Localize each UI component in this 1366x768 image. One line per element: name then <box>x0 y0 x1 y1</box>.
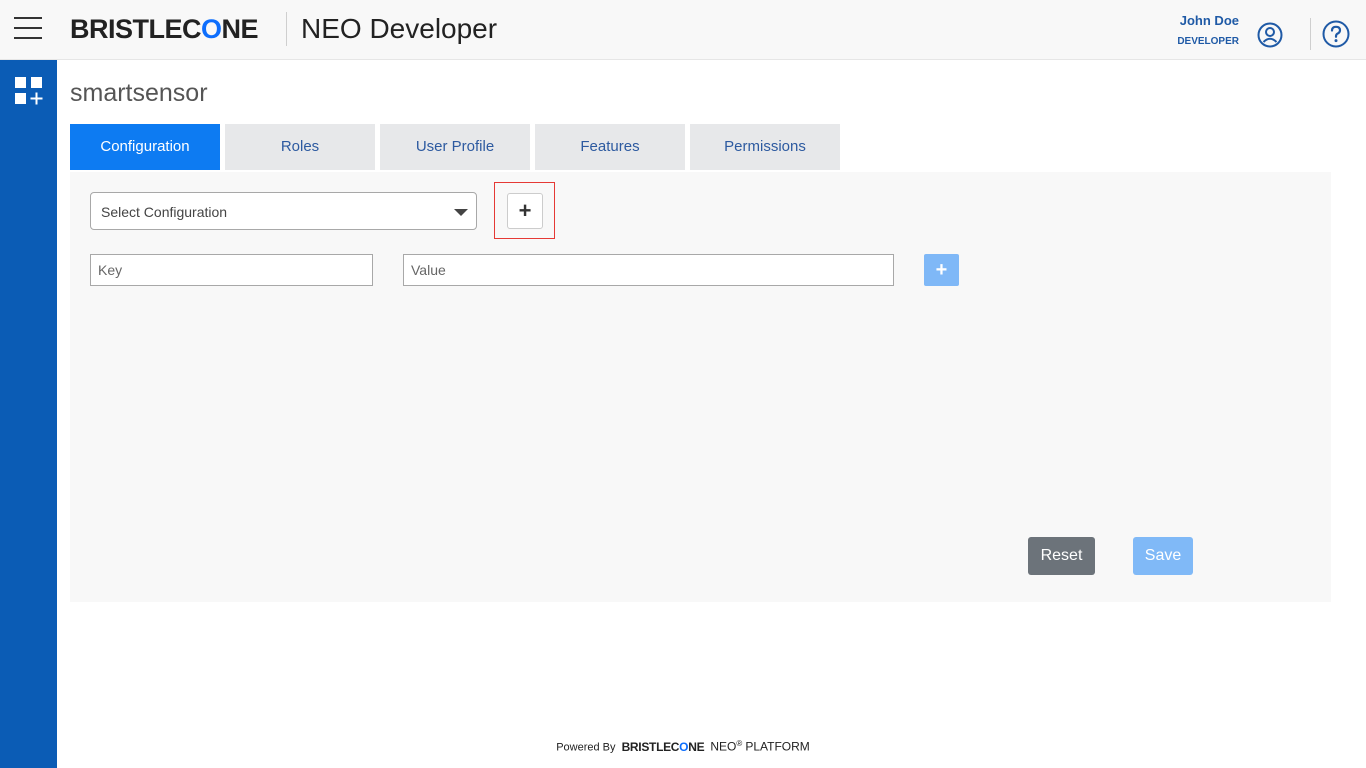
reset-button[interactable]: Reset <box>1028 537 1095 575</box>
key-input[interactable] <box>90 254 373 286</box>
hamburger-menu-icon[interactable] <box>14 17 42 39</box>
caret-down-icon <box>454 209 468 216</box>
add-key-value-button[interactable]: + <box>924 254 959 286</box>
tab-features[interactable]: Features <box>535 124 685 170</box>
plus-icon: + <box>518 198 532 223</box>
tab-permissions[interactable]: Permissions <box>690 124 840 170</box>
footer-brand-logo: BRISTLECONE <box>621 739 705 754</box>
brand-divider <box>286 12 287 46</box>
tab-configuration[interactable]: Configuration <box>70 124 220 170</box>
select-configuration-label: Select Configuration <box>101 204 228 220</box>
user-name[interactable]: John Doe <box>1180 13 1239 28</box>
footer-neo: NEO <box>710 739 737 754</box>
user-avatar-icon[interactable] <box>1257 22 1283 48</box>
value-input[interactable] <box>403 254 894 286</box>
save-button[interactable]: Save <box>1133 537 1193 575</box>
plus-icon: + <box>935 259 948 281</box>
select-configuration-dropdown[interactable]: Select Configuration <box>90 192 477 230</box>
page-title: smartsensor <box>70 79 208 107</box>
sidebar <box>0 60 57 768</box>
footer-platform: PLATFORM <box>745 739 810 754</box>
configuration-panel: Select Configuration + + Reset Save <box>70 172 1331 602</box>
brand-logo: BRISTLECONE <box>70 14 259 44</box>
add-configuration-button[interactable]: + <box>507 193 543 229</box>
tab-user-profile[interactable]: User Profile <box>380 124 530 170</box>
footer-powered-by: Powered By <box>556 741 616 754</box>
apps-add-icon[interactable] <box>14 76 44 106</box>
user-role: DEVELOPER <box>1177 36 1239 47</box>
top-bar: BRISTLECONE NEO Developer John Doe DEVEL… <box>0 0 1366 60</box>
app-title: NEO Developer <box>301 13 498 44</box>
header-divider <box>1310 18 1311 50</box>
footer-registered-mark: ® <box>736 739 743 748</box>
help-icon[interactable] <box>1322 20 1350 48</box>
tab-roles[interactable]: Roles <box>225 124 375 170</box>
footer: Powered By BRISTLECONE NEO® PLATFORM <box>0 739 1366 754</box>
